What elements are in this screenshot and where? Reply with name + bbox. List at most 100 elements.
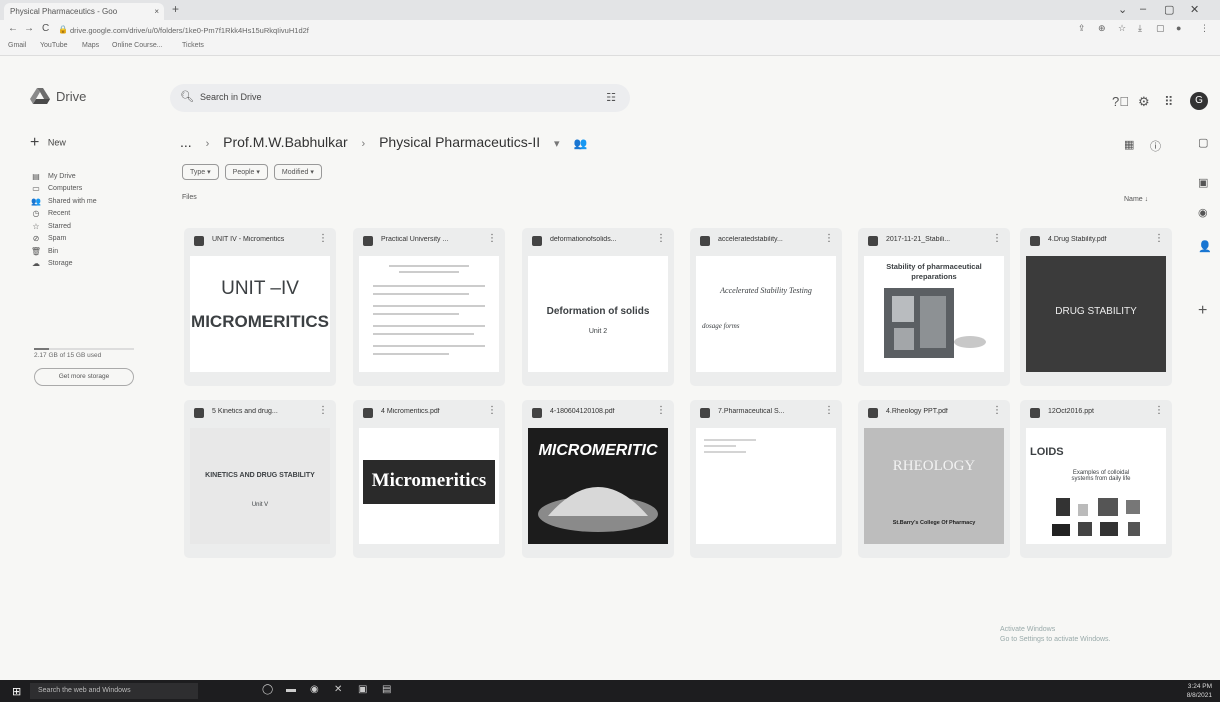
minimize-icon[interactable]: –	[1140, 3, 1146, 15]
bookmark-youtube[interactable]: YouTube	[40, 42, 68, 49]
browser-menu-icon[interactable]: ⋮	[1200, 23, 1209, 34]
pill-blister-image	[884, 288, 986, 358]
settings-gear-icon[interactable]: ⚙	[1138, 94, 1150, 110]
file-card-micromeritics[interactable]: 4 Micromeritics.pdf ⋮ Micromeritics	[353, 400, 505, 558]
bookmark-online-course[interactable]: Online Course...	[112, 42, 163, 49]
sidebar-item-recent[interactable]: ◷ Recent	[30, 208, 97, 221]
sidebar-item-shared[interactable]: 👥 Shared with me	[30, 195, 97, 208]
more-options-icon[interactable]: ⋮	[1154, 233, 1164, 244]
star-icon[interactable]: ☆	[1118, 23, 1126, 34]
add-addon-icon[interactable]: +	[1198, 302, 1207, 320]
bookmark-gmail[interactable]: Gmail	[8, 42, 26, 49]
search-input[interactable]: Search in Drive	[200, 92, 262, 102]
filter-modified[interactable]: Modified ▾	[273, 164, 322, 180]
drive-logo[interactable]: Drive	[30, 88, 86, 105]
avatar[interactable]: G	[1190, 92, 1208, 110]
more-options-icon[interactable]: ⋮	[824, 405, 834, 416]
browser-tab[interactable]: Physical Pharmaceutics - Goo ×	[4, 3, 164, 20]
file-card-deformation[interactable]: deformationofsolids... ⋮ Deformation of s…	[522, 228, 674, 386]
maximize-icon[interactable]: ▢	[1164, 3, 1174, 16]
apps-grid-icon[interactable]: ⠿	[1164, 94, 1174, 110]
calendar-icon[interactable]: ▢	[1198, 136, 1208, 149]
taskbar-clock[interactable]: 3:24 PM 8/8/2021	[1187, 682, 1212, 700]
more-options-icon[interactable]: ⋮	[656, 233, 666, 244]
grid-view-icon[interactable]: ▦	[1124, 138, 1134, 151]
details-info-icon[interactable]: ⓘ	[1150, 138, 1161, 154]
thumb-title: RHEOLOGY	[892, 458, 976, 474]
sidebar-item-my-drive[interactable]: ▤ My Drive	[30, 170, 97, 183]
sidebar-item-storage[interactable]: ☁ Storage	[30, 258, 97, 271]
sidebar-item-computers[interactable]: ▭ Computers	[30, 183, 97, 196]
filter-people[interactable]: People ▾	[224, 164, 268, 180]
activate-windows-watermark: Activate Windows Go to Settings to activ…	[1000, 625, 1111, 645]
breadcrumb-current[interactable]: Physical Pharmaceutics-II	[379, 134, 540, 150]
chrome-icon[interactable]: ◉	[310, 684, 319, 695]
share-icon[interactable]: ⇪	[1078, 23, 1086, 34]
more-options-icon[interactable]: ⋮	[656, 405, 666, 416]
filter-label: Modified	[281, 169, 309, 176]
more-options-icon[interactable]: ⋮	[824, 233, 834, 244]
reload-icon[interactable]: C	[42, 23, 49, 34]
windows-start-icon[interactable]: ⊞	[12, 685, 21, 698]
breadcrumb-ellipsis[interactable]: ...	[180, 134, 192, 150]
get-more-storage-button[interactable]: Get more storage	[34, 368, 134, 386]
more-options-icon[interactable]: ⋮	[318, 233, 328, 244]
more-options-icon[interactable]: ⋮	[992, 233, 1002, 244]
task-view-icon[interactable]: ◯	[262, 684, 273, 695]
search-bar[interactable]: 🔍︎ Search in Drive ☷	[170, 84, 630, 112]
sidebar-item-starred[interactable]: ☆ Starred	[30, 220, 97, 233]
download-icon[interactable]: ⤓	[1138, 23, 1142, 34]
file-card-pharmaceutical[interactable]: 7.Pharmaceutical S... ⋮	[690, 400, 842, 558]
forward-icon[interactable]: →	[24, 23, 34, 34]
tasks-icon[interactable]: ◉	[1198, 206, 1208, 219]
file-card-unit-iv[interactable]: UNIT IV - Micromeritics ⋮ UNIT –IV MICROM…	[184, 228, 336, 386]
more-options-icon[interactable]: ⋮	[1154, 405, 1164, 416]
more-options-icon[interactable]: ⋮	[318, 405, 328, 416]
sidebar-item-bin[interactable]: 🗑 Bin	[30, 245, 97, 258]
sidebar-item-spam[interactable]: ⊘ Spam	[30, 233, 97, 246]
file-card-180604120108[interactable]: 4-180604120108.pdf ⋮ MICROMERITIC	[522, 400, 674, 558]
search-icon[interactable]: 🔍︎	[180, 90, 194, 103]
file-card-stability-2017[interactable]: 2017-11-21_Stabili... ⋮ Stability of phar…	[858, 228, 1010, 386]
zoom-icon[interactable]: ⊕	[1098, 23, 1106, 34]
breadcrumb-parent[interactable]: Prof.M.W.Babhulkar	[223, 134, 348, 150]
help-icon[interactable]: ?⃝	[1112, 94, 1129, 109]
back-icon[interactable]: ←	[8, 23, 18, 34]
sidepanel-icon[interactable]: ▢	[1156, 23, 1165, 34]
taskbar-search-box[interactable]: Search the web and Windows	[30, 683, 198, 699]
store-icon[interactable]: ▣	[358, 684, 367, 695]
new-tab-button[interactable]: +	[172, 2, 179, 16]
filter-type[interactable]: Type ▾	[182, 164, 219, 180]
file-thumbnail: DRUG STABILITY	[1026, 256, 1166, 372]
sort-control[interactable]: Name ↓	[1124, 196, 1148, 203]
tab-search-icon[interactable]: ⌄	[1118, 3, 1127, 16]
profile-icon[interactable]: ●	[1176, 23, 1181, 33]
close-tab-icon[interactable]: ×	[154, 3, 159, 20]
search-options-icon[interactable]: ☷	[606, 91, 616, 104]
thumb-title: Accelerated Stability Testing	[720, 286, 812, 295]
bookmark-maps[interactable]: Maps	[82, 42, 99, 49]
file-explorer-icon[interactable]: ▬	[286, 684, 296, 695]
sidebar-nav: ▤ My Drive ▭ Computers 👥 Shared with me ◷ Re…	[30, 170, 97, 270]
file-card-rheology[interactable]: 4.Rheology PPT.pdf ⋮ RHEOLOGY St.Barry's …	[858, 400, 1010, 558]
more-options-icon[interactable]: ⋮	[487, 233, 497, 244]
more-options-icon[interactable]: ⋮	[992, 405, 1002, 416]
chevron-down-icon[interactable]: ▾	[554, 138, 560, 150]
bookmark-tickets[interactable]: Tickets	[182, 42, 204, 49]
mail-icon[interactable]: ▤	[382, 684, 391, 695]
file-card-12oct2016[interactable]: 12Oct2016.ppt ⋮ LOIDS Examples of colloid…	[1020, 400, 1172, 558]
app-icon[interactable]: ✕	[334, 684, 342, 695]
file-card-accelerated-stability[interactable]: acceleratedstability... ⋮ Accelerated Sta…	[690, 228, 842, 386]
new-button[interactable]: + New	[30, 134, 66, 152]
pdf-file-icon	[532, 236, 542, 246]
file-card-practical-university[interactable]: Practical University ... ⋮	[353, 228, 505, 386]
pdf-file-icon	[868, 408, 878, 418]
more-options-icon[interactable]: ⋮	[487, 405, 497, 416]
file-card-drug-stability[interactable]: 4.Drug Stability.pdf ⋮ DRUG STABILITY	[1020, 228, 1172, 386]
close-window-icon[interactable]: ✕	[1190, 3, 1199, 16]
url-field[interactable]: drive.google.com/drive/u/0/folders/1ke0-…	[70, 24, 950, 37]
contacts-icon[interactable]: 👤	[1198, 240, 1212, 253]
file-card-kinetics[interactable]: 5 Kinetics and drug... ⋮ KINETICS AND DRU…	[184, 400, 336, 558]
file-name: 4 Micromeritics.pdf	[381, 408, 440, 415]
keep-icon[interactable]: ▣	[1198, 176, 1208, 189]
